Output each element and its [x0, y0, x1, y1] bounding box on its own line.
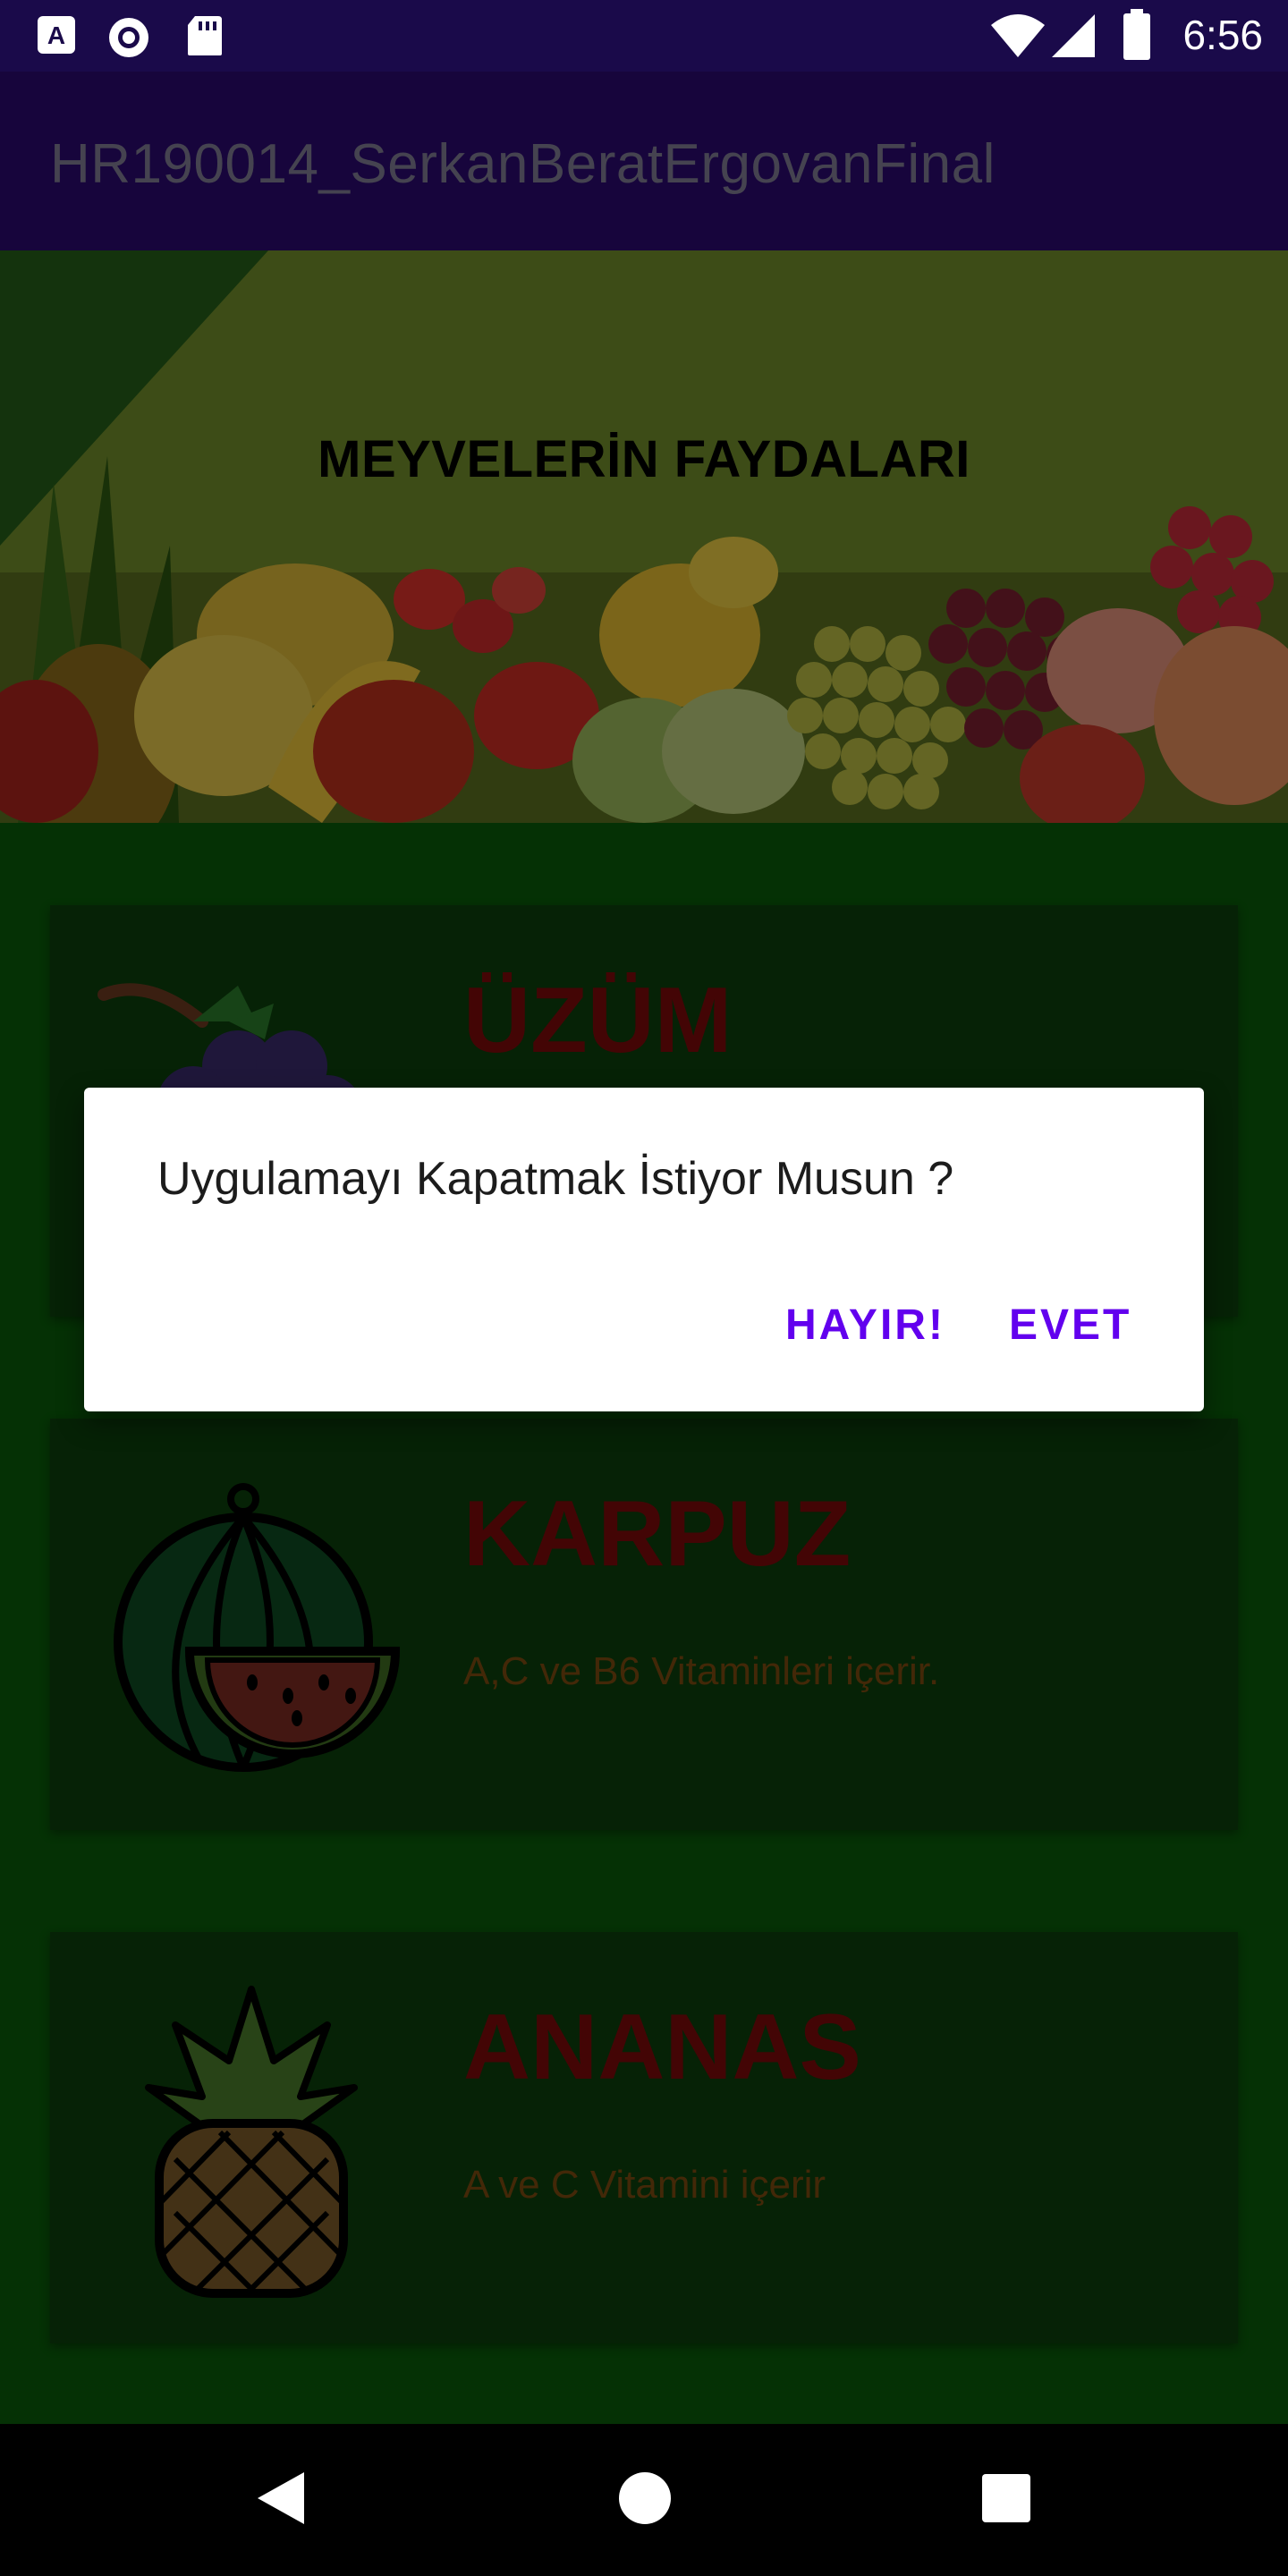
exit-confirm-dialog: Uygulamayı Kapatmak İstiyor Musun ? HAYI… — [84, 1088, 1204, 1411]
recents-icon[interactable] — [980, 2472, 1032, 2529]
sd-card-icon — [186, 14, 224, 62]
back-icon[interactable] — [254, 2469, 308, 2532]
wifi-icon — [989, 13, 1046, 64]
status-bar: A 6:56 — [0, 0, 1288, 72]
no-button[interactable]: HAYIR! — [785, 1301, 945, 1350]
accessibility-a-icon: A — [36, 14, 77, 60]
svg-text:A: A — [47, 21, 65, 49]
dialog-message: Uygulamayı Kapatmak İstiyor Musun ? — [157, 1153, 954, 1205]
home-icon[interactable] — [617, 2469, 673, 2532]
navigation-bar — [0, 2424, 1288, 2576]
yes-button[interactable]: EVET — [1009, 1301, 1131, 1350]
signal-icon — [1050, 13, 1097, 64]
status-time: 6:56 — [1182, 12, 1263, 58]
battery-icon — [1122, 9, 1152, 65]
record-icon — [106, 14, 152, 65]
